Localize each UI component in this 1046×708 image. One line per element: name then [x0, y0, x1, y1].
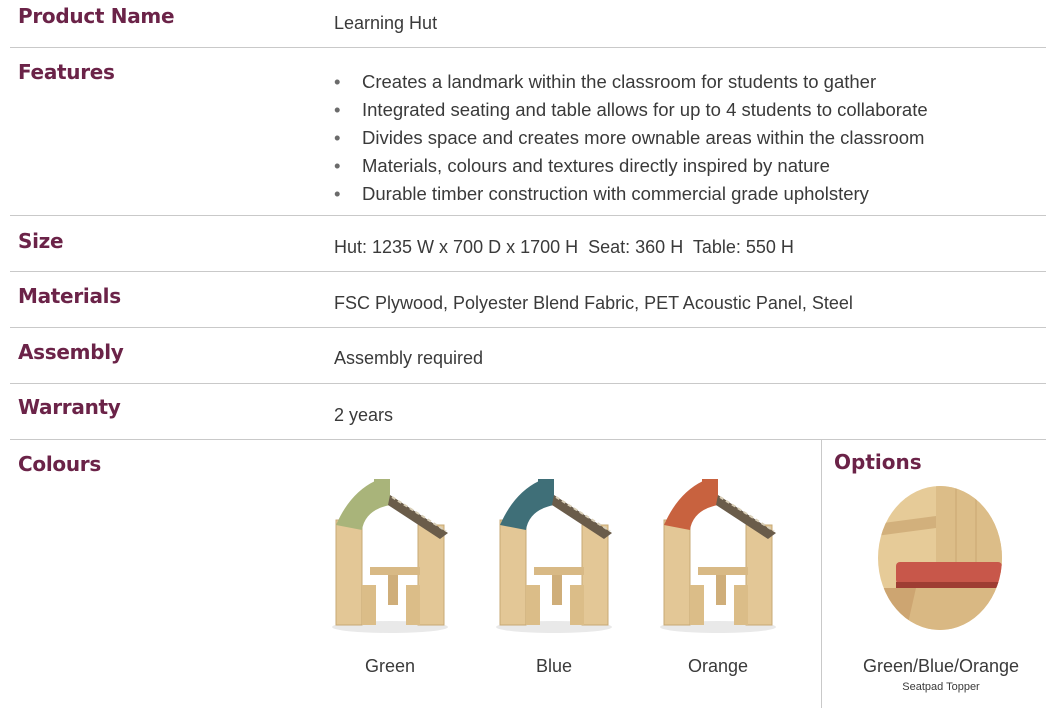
- blue-hut-image: [496, 479, 612, 633]
- green-hut-image: [332, 479, 448, 633]
- assembly-label: Assembly: [18, 340, 124, 364]
- size-value: Hut: 1235 W x 700 D x 1700 H Seat: 360 H…: [334, 237, 794, 257]
- assembly-value: Assembly required: [334, 348, 484, 368]
- divider: [10, 327, 1046, 328]
- feature-text: Materials, colours and textures directly…: [362, 155, 830, 176]
- options-title: Options: [834, 450, 922, 474]
- feature-text: Durable timber construction with commerc…: [362, 183, 869, 204]
- divider: [10, 271, 1046, 272]
- bullet-icon: •: [334, 71, 341, 92]
- list-item: • Durable timber construction with commer…: [334, 180, 928, 208]
- options-sublabel: Seatpad Topper: [902, 681, 980, 693]
- orange-hut-image: [660, 479, 776, 633]
- list-item: • Divides space and creates more ownable …: [334, 124, 928, 152]
- warranty-label: Warranty: [18, 395, 121, 419]
- bullet-icon: •: [334, 127, 341, 148]
- swatch-label-blue: Blue: [535, 656, 573, 676]
- list-item: • Materials, colours and textures directl…: [334, 152, 928, 180]
- colours-label: Colours: [18, 452, 101, 476]
- options-label: Green/Blue/Orange: [862, 656, 1020, 676]
- column-divider: [821, 440, 822, 708]
- product-name-label: Product Name: [18, 4, 175, 28]
- swatch-label-green: Green: [364, 656, 416, 676]
- divider: [10, 439, 1046, 440]
- product-name-value: Learning Hut: [334, 13, 438, 33]
- features-label: Features: [18, 60, 115, 84]
- seatpad-topper-image: [878, 486, 1002, 630]
- divider: [10, 215, 1046, 216]
- materials-value: FSC Plywood, Polyester Blend Fabric, PET…: [334, 293, 853, 313]
- bullet-icon: •: [334, 183, 341, 204]
- feature-text: Integrated seating and table allows for …: [362, 99, 928, 120]
- list-item: • Creates a landmark within the classroom…: [334, 68, 928, 96]
- feature-text: Divides space and creates more ownable a…: [362, 127, 925, 148]
- bullet-icon: •: [334, 155, 341, 176]
- warranty-value: 2 years: [334, 405, 394, 425]
- bullet-icon: •: [334, 99, 341, 120]
- materials-label: Materials: [18, 284, 121, 308]
- list-item: • Integrated seating and table allows for…: [334, 96, 928, 124]
- divider: [10, 383, 1046, 384]
- swatch-label-orange: Orange: [687, 656, 749, 676]
- features-list: • Creates a landmark within the classroom…: [334, 68, 928, 208]
- feature-text: Creates a landmark within the classroom …: [362, 71, 877, 92]
- divider: [10, 47, 1046, 48]
- size-label: Size: [18, 229, 64, 253]
